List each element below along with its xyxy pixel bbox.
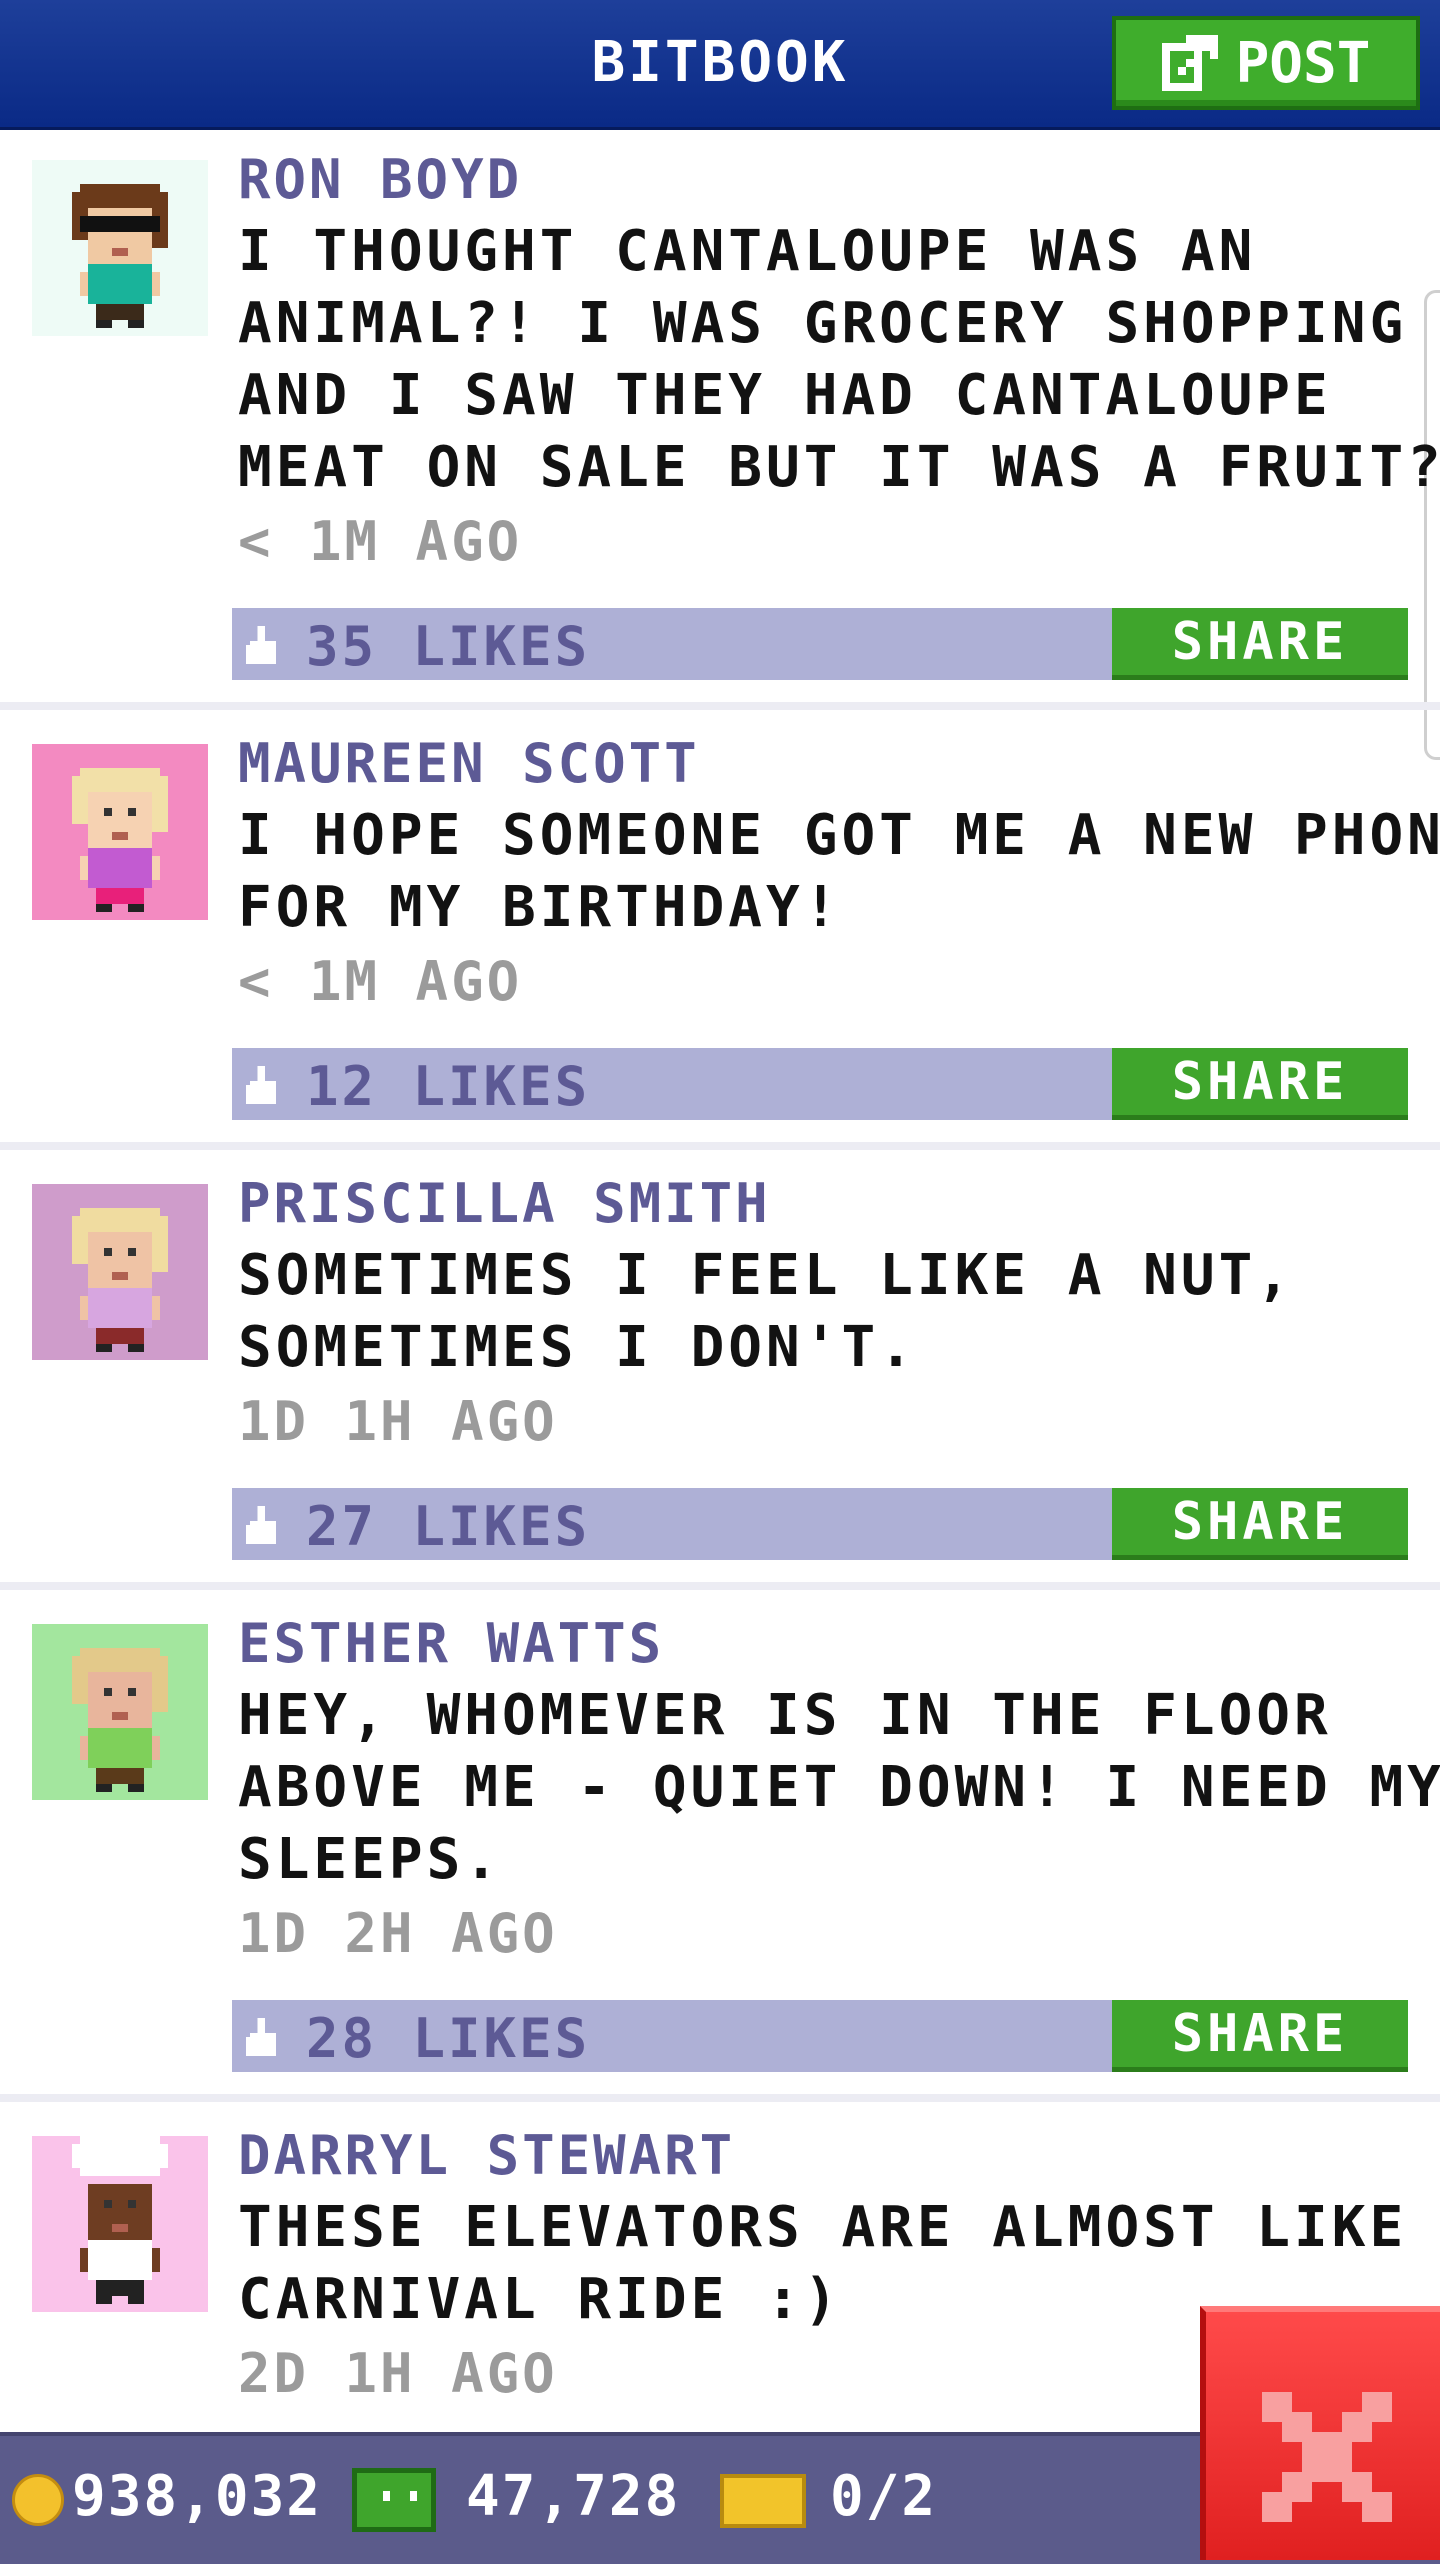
thumbs-up-icon[interactable]	[246, 626, 280, 664]
app-header: BITBOOK POST	[0, 0, 1440, 130]
tickets-count: 0/2	[830, 2464, 938, 2529]
message-line: THESE ELEVATORS ARE ALMOST LIKE A	[238, 2195, 1440, 2260]
message-line: ABOVE ME - QUIET DOWN! I NEED MY	[238, 1755, 1440, 1820]
post-author[interactable]: PRISCILLA SMITH	[238, 1174, 771, 1234]
bux-count: 47,728	[466, 2464, 681, 2529]
likes-bar: 12 LIKES SHARE	[232, 1048, 1408, 1120]
share-button[interactable]: SHARE	[1112, 2000, 1408, 2072]
edit-icon	[1161, 35, 1218, 91]
post-author[interactable]: RON BOYD	[238, 150, 522, 210]
likes-count: 28 LIKES	[306, 2007, 591, 2070]
thumbs-up-icon[interactable]	[246, 2018, 280, 2056]
likes-bar: 28 LIKES SHARE	[232, 2000, 1408, 2072]
message-line: I HOPE SOMEONE GOT ME A NEW PHONE	[238, 803, 1440, 868]
avatar[interactable]	[32, 1624, 208, 1800]
post-button[interactable]: POST	[1112, 16, 1420, 110]
share-button[interactable]: SHARE	[1112, 1048, 1408, 1120]
post-author[interactable]: ESTHER WATTS	[238, 1614, 664, 1674]
post-message: I HOPE SOMEONE GOT ME A NEW PHONE FOR MY…	[238, 800, 1440, 944]
message-line: AND I SAW THEY HAD CANTALOUPE	[238, 363, 1332, 428]
message-line: SOMETIMES I FEEL LIKE A NUT,	[238, 1243, 1295, 1308]
post-author[interactable]: DARRYL STEWART	[238, 2126, 735, 2186]
likes-count: 27 LIKES	[306, 1495, 591, 1558]
ticket-icon	[720, 2474, 806, 2528]
likes-count: 35 LIKES	[306, 615, 591, 678]
post-timestamp: 1D 1H AGO	[238, 1390, 558, 1453]
message-line: ANIMAL?! I WAS GROCERY SHOPPING	[238, 291, 1408, 356]
message-line: FOR MY BIRTHDAY!	[238, 875, 842, 940]
scrollbar[interactable]	[1424, 290, 1440, 760]
post-timestamp: 2D 1H AGO	[238, 2342, 558, 2405]
person-avatar-icon	[32, 160, 208, 336]
share-button[interactable]: SHARE	[1112, 1488, 1408, 1560]
coin-icon	[12, 2474, 64, 2526]
avatar[interactable]	[32, 160, 208, 336]
message-line: HEY, WHOMEVER IS IN THE FLOOR	[238, 1683, 1332, 1748]
close-button[interactable]	[1200, 2306, 1440, 2560]
avatar[interactable]	[32, 744, 208, 920]
person-avatar-icon	[32, 2136, 208, 2312]
post-timestamp: 1D 2H AGO	[238, 1902, 558, 1965]
post-button-label: POST	[1235, 30, 1371, 96]
close-icon	[1262, 2392, 1392, 2522]
avatar[interactable]	[32, 1184, 208, 1360]
bux-icon	[352, 2468, 436, 2532]
post-author[interactable]: MAUREEN SCOTT	[238, 734, 700, 794]
person-avatar-icon	[32, 1624, 208, 1800]
post-timestamp: < 1M AGO	[238, 950, 523, 1013]
avatar[interactable]	[32, 2136, 208, 2312]
message-line: MEAT ON SALE BUT IT WAS A FRUIT?	[238, 435, 1440, 500]
post-divider	[0, 1582, 1440, 1590]
post-timestamp: < 1M AGO	[238, 510, 523, 573]
likes-bar: 35 LIKES SHARE	[232, 608, 1408, 680]
post-divider	[0, 1142, 1440, 1150]
thumbs-up-icon[interactable]	[246, 1506, 280, 1544]
coins-count: 938,032	[72, 2464, 323, 2529]
person-avatar-icon	[32, 1184, 208, 1360]
message-line: SOMETIMES I DON'T.	[238, 1315, 917, 1380]
share-button[interactable]: SHARE	[1112, 608, 1408, 680]
post-divider	[0, 2094, 1440, 2102]
person-avatar-icon	[32, 744, 208, 920]
thumbs-up-icon[interactable]	[246, 1066, 280, 1104]
post-message: HEY, WHOMEVER IS IN THE FLOOR ABOVE ME -…	[238, 1680, 1440, 1896]
message-line: SLEEPS.	[238, 1827, 503, 1892]
post-message: I THOUGHT CANTALOUPE WAS AN ANIMAL?! I W…	[238, 216, 1440, 504]
likes-count: 12 LIKES	[306, 1055, 591, 1118]
likes-bar: 27 LIKES SHARE	[232, 1488, 1408, 1560]
post-divider	[0, 702, 1440, 710]
message-line: I THOUGHT CANTALOUPE WAS AN	[238, 219, 1257, 284]
post-message: SOMETIMES I FEEL LIKE A NUT, SOMETIMES I…	[238, 1240, 1418, 1384]
